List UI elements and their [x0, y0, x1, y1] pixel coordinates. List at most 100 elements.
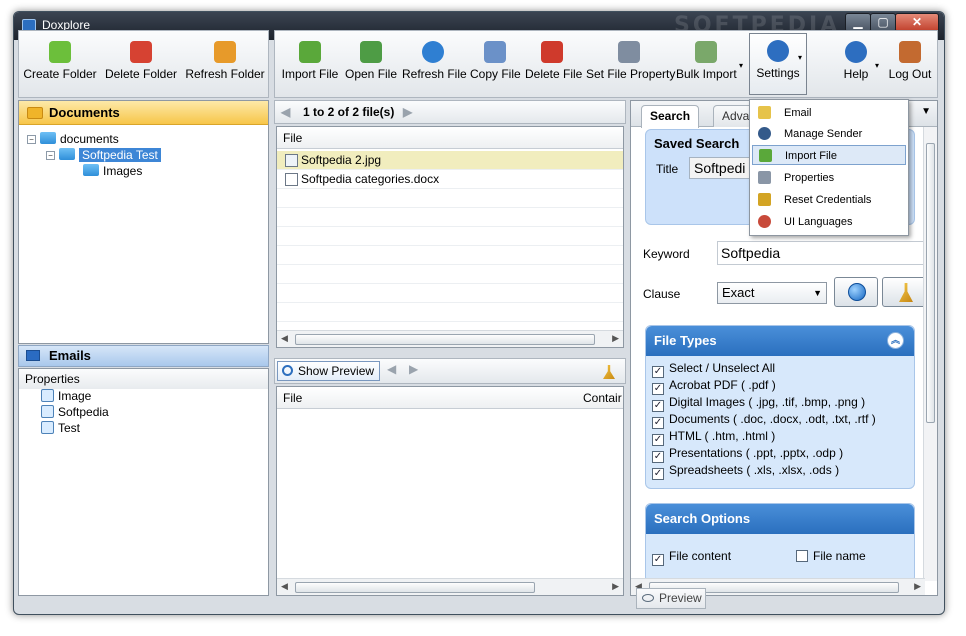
- empty-row: [277, 208, 623, 227]
- log-out-button[interactable]: Log Out: [885, 37, 935, 93]
- file-types-section: File Types ︽ ✓ Select / Unselect All ✓ Acr…: [645, 325, 915, 489]
- preview-tab[interactable]: Preview: [636, 588, 706, 609]
- file-type-checkbox[interactable]: ✓ HTML ( .htm, .html ): [652, 428, 775, 446]
- refresh-folder-icon: [214, 41, 236, 63]
- tab-search[interactable]: Search: [641, 105, 700, 128]
- bulk-import-dropdown-icon[interactable]: ▾: [739, 61, 743, 70]
- file-content-checkbox[interactable]: ✓ File content: [652, 548, 731, 566]
- file-column-header[interactable]: File: [277, 127, 623, 149]
- delete-file-button[interactable]: Delete File: [525, 37, 582, 93]
- content-list-scrollbar[interactable]: ◀ ▶: [277, 578, 623, 595]
- checkbox[interactable]: ✓: [652, 468, 664, 480]
- settings-dropdown-icon[interactable]: ▾: [798, 53, 802, 62]
- clear-search-button[interactable]: [882, 277, 926, 307]
- empty-row: [277, 227, 623, 246]
- tab-menu-icon[interactable]: ▼: [921, 106, 931, 117]
- file-type-checkbox[interactable]: ✓ Select / Unselect All: [652, 360, 775, 378]
- refresh-file-icon: [422, 41, 444, 63]
- magnifier-icon: [282, 365, 293, 376]
- file-row[interactable]: Softpedia categories.docx: [277, 170, 623, 189]
- scrollbar-thumb[interactable]: [926, 143, 935, 423]
- search-button[interactable]: [834, 277, 878, 307]
- bulk-import-button[interactable]: Bulk Import: [676, 37, 737, 93]
- eye-icon: [642, 594, 654, 602]
- clear-preview-icon[interactable]: [603, 365, 615, 379]
- property-item[interactable]: Image: [41, 388, 91, 404]
- saved-search-title: Saved Search: [654, 136, 740, 151]
- menu-item-ui-languages[interactable]: UI Languages: [752, 212, 906, 232]
- file-type-checkbox[interactable]: ✓ Acrobat PDF ( .pdf ): [652, 377, 776, 395]
- log-out-icon: [899, 41, 921, 63]
- checkbox[interactable]: [796, 550, 808, 562]
- chevron-down-icon: ▼: [813, 288, 822, 298]
- empty-row: [277, 284, 623, 303]
- create-folder-button[interactable]: Create Folder: [23, 37, 97, 93]
- collapse-icon[interactable]: ︽: [887, 332, 904, 349]
- help-dropdown-icon[interactable]: ▾: [875, 61, 879, 70]
- documents-header[interactable]: Documents: [19, 101, 268, 125]
- open-file-button[interactable]: Open File: [345, 37, 397, 93]
- copy-file-icon: [484, 41, 506, 63]
- property-icon: [41, 389, 54, 402]
- keyword-input[interactable]: Softpedia: [717, 241, 925, 265]
- file-content-list: File Contair ◀ ▶: [276, 386, 624, 596]
- reset-credentials-icon: [758, 193, 771, 206]
- menu-item-manage-sender[interactable]: Manage Sender: [752, 124, 906, 144]
- menu-item-email[interactable]: Email: [752, 103, 906, 123]
- search-options-header[interactable]: Search Options: [646, 504, 914, 534]
- preview-next-icon[interactable]: ▶: [409, 362, 418, 376]
- scroll-right-icon[interactable]: ▶: [612, 333, 619, 344]
- emails-header[interactable]: Emails: [18, 345, 269, 367]
- scroll-left-icon[interactable]: ◀: [281, 581, 288, 592]
- file-column-header[interactable]: File: [283, 391, 302, 405]
- copy-file-button[interactable]: Copy File: [470, 37, 521, 93]
- import-file-button[interactable]: Import File: [277, 37, 343, 93]
- file-count-text: 1 to 2 of 2 file(s): [303, 105, 395, 119]
- refresh-folder-button[interactable]: Refresh Folder: [185, 37, 265, 93]
- show-preview-button[interactable]: Show Preview: [277, 361, 380, 381]
- menu-item-reset-credentials[interactable]: Reset Credentials: [752, 190, 906, 210]
- property-icon: [41, 421, 54, 434]
- search-panel-scrollbar[interactable]: [923, 127, 937, 581]
- file-name-checkbox[interactable]: File name: [796, 548, 866, 565]
- file-types-header[interactable]: File Types ︽: [646, 326, 914, 356]
- file-list-scrollbar[interactable]: ◀ ▶: [277, 330, 623, 347]
- import-file-menu-icon: [759, 149, 772, 162]
- next-page-icon[interactable]: ▶: [403, 101, 412, 123]
- refresh-file-button[interactable]: Refresh File: [402, 37, 467, 93]
- tree-item-images[interactable]: Images: [83, 163, 142, 179]
- scroll-right-icon[interactable]: ▶: [914, 581, 921, 592]
- menu-item-properties[interactable]: Properties: [752, 168, 906, 188]
- scroll-right-icon[interactable]: ▶: [612, 581, 619, 592]
- collapse-toggle-icon[interactable]: −: [27, 135, 36, 144]
- empty-row: [277, 189, 623, 208]
- checkbox[interactable]: ✓: [652, 554, 664, 566]
- collapse-toggle-icon[interactable]: −: [46, 151, 55, 160]
- file-type-checkbox[interactable]: ✓ Digital Images ( .jpg, .tif, .bmp, .png…: [652, 394, 865, 412]
- tree-item-softpedia-test[interactable]: − Softpedia Test: [46, 147, 161, 163]
- title-label: Title: [656, 162, 679, 176]
- preview-previous-icon[interactable]: ◀: [387, 362, 396, 376]
- property-item[interactable]: Softpedia: [41, 404, 109, 420]
- settings-button[interactable]: Settings: [749, 33, 807, 95]
- set-file-property-button[interactable]: Set File Property: [586, 37, 675, 93]
- search-options-section: Search Options ✓ File content File name: [645, 503, 915, 583]
- scrollbar-thumb[interactable]: [295, 334, 595, 345]
- document-file-icon: [285, 173, 298, 186]
- delete-folder-button[interactable]: Delete Folder: [104, 37, 178, 93]
- tree-item-documents[interactable]: − documents: [27, 131, 119, 147]
- help-button[interactable]: Help: [835, 37, 877, 93]
- property-icon: [41, 405, 54, 418]
- set-file-property-icon: [618, 41, 640, 63]
- file-type-checkbox[interactable]: ✓ Spreadsheets ( .xls, .xlsx, .ods ): [652, 462, 839, 480]
- scrollbar-thumb[interactable]: [295, 582, 535, 593]
- file-row[interactable]: Softpedia 2.jpg: [277, 151, 623, 170]
- menu-item-import-file[interactable]: Import File: [752, 145, 906, 165]
- clause-select[interactable]: Exact ▼: [717, 282, 827, 304]
- file-type-checkbox[interactable]: ✓ Documents ( .doc, .docx, .odt, .txt, .r…: [652, 411, 876, 429]
- container-column-header[interactable]: Contair: [583, 387, 622, 409]
- property-item[interactable]: Test: [41, 420, 80, 436]
- file-type-checkbox[interactable]: ✓ Presentations ( .ppt, .pptx, .odp ): [652, 445, 843, 463]
- scroll-left-icon[interactable]: ◀: [281, 333, 288, 344]
- previous-page-icon[interactable]: ◀: [281, 101, 290, 123]
